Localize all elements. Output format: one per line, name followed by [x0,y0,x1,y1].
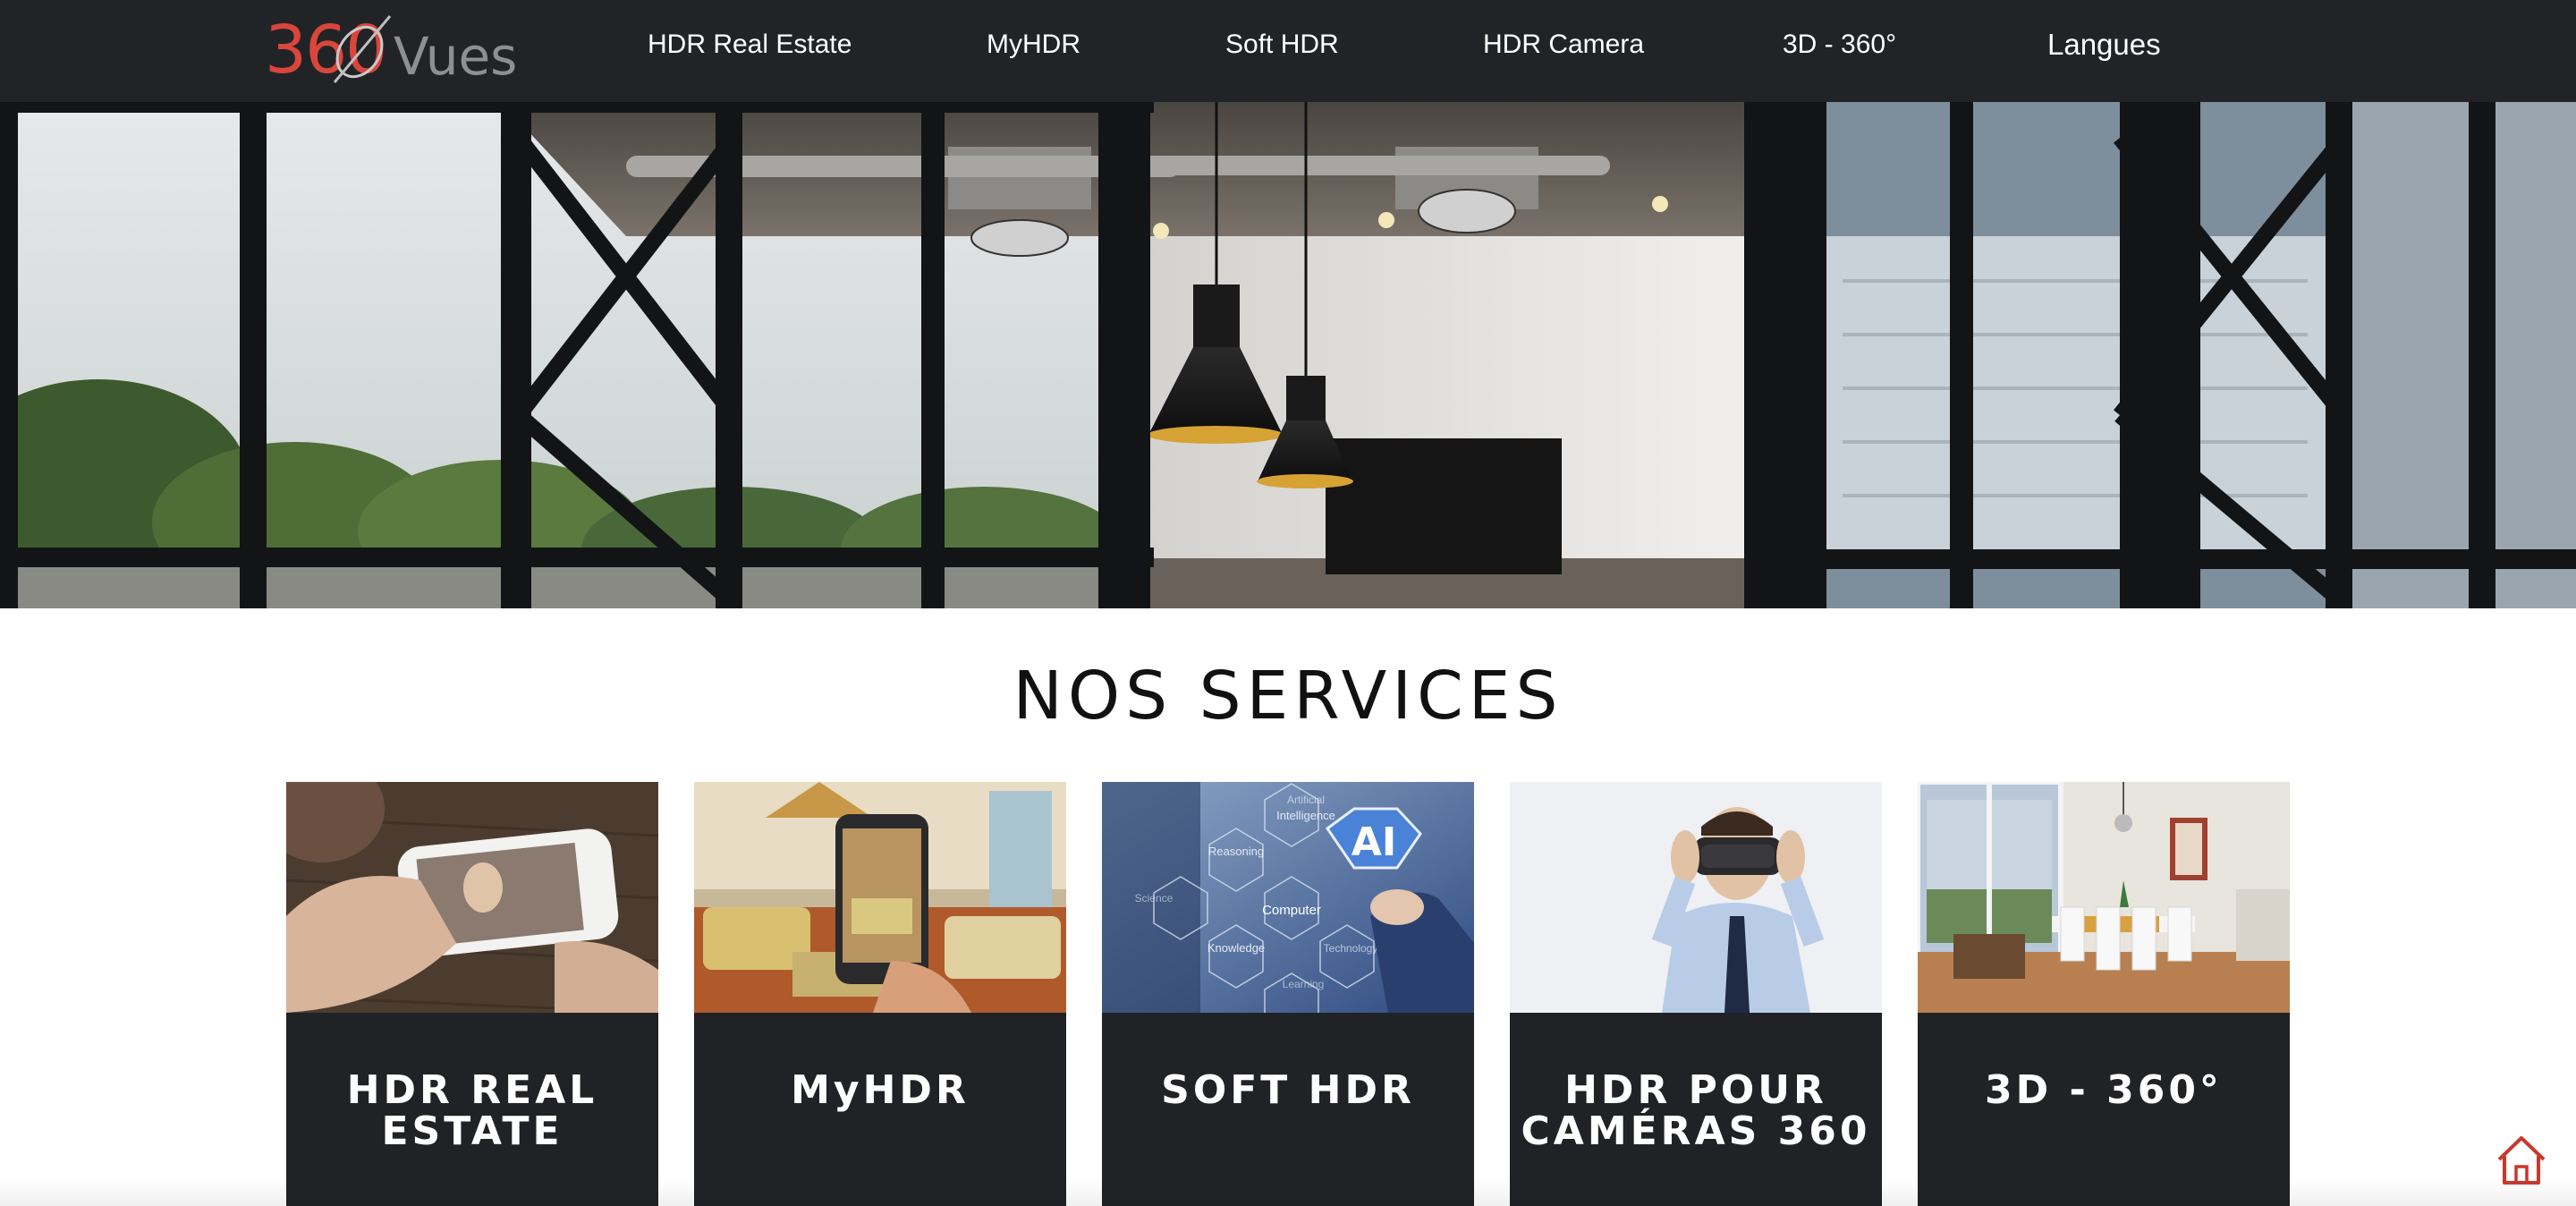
service-card-hdr-real-estate[interactable]: HDR REAL ESTATE [286,782,658,1206]
logo-word: Vues [394,26,518,87]
nav-soft-hdr[interactable]: Soft HDR [1225,27,1339,63]
service-card-hdr-cameras-360[interactable]: HDR POUR CAMÉRAS 360 [1510,782,1882,1206]
card-label: MyHDR [791,1067,970,1113]
card-label: 3D - 360° [1985,1067,2223,1113]
ai-badge-text: AI [1352,820,1396,865]
nav-3d-360[interactable]: 3D - 360° [1783,27,1896,63]
home-icon[interactable] [2494,1133,2549,1188]
section-title-services: NOS SERVICES [1013,658,1563,735]
svg-text:Learning: Learning [1283,978,1325,990]
svg-text:Computer: Computer [1262,903,1321,918]
hero-banner [0,102,2576,608]
service-card-3d-360[interactable]: 3D - 360° [1918,782,2290,1206]
service-card-myhdr[interactable]: MyHDR [694,782,1066,1206]
card-image-phone-living-room [694,782,1066,1013]
svg-text:Knowledge: Knowledge [1208,941,1265,955]
card-label: SOFT HDR [1161,1067,1415,1113]
svg-text:Technology: Technology [1324,942,1378,955]
card-image-ai-network: AI Computer Reasoning Knowledge Intellig… [1102,782,1474,1013]
svg-text:Artificial: Artificial [1287,794,1325,806]
card-image-dining-room [1918,782,2290,1013]
logo-ring-icon [333,15,392,83]
service-card-soft-hdr[interactable]: AI Computer Reasoning Knowledge Intellig… [1102,782,1474,1206]
svg-text:Science: Science [1135,892,1174,904]
site-logo[interactable]: 360 Vues [265,9,517,89]
nav-hdr-real-estate[interactable]: HDR Real Estate [648,27,852,63]
card-label: HDR REAL ESTATE [346,1067,598,1154]
hero-loft-image [0,102,2576,608]
card-label: HDR POUR CAMÉRAS 360 [1521,1067,1871,1154]
card-image-vr-headset [1510,782,1882,1013]
nav-myhdr[interactable]: MyHDR [987,27,1080,63]
top-navbar: 360 Vues HDR Real Estate MyHDR Soft HDR … [0,0,2576,102]
nav-hdr-camera[interactable]: HDR Camera [1483,27,1644,63]
svg-text:Intelligence: Intelligence [1276,809,1335,822]
nav-langues[interactable]: Langues [2047,27,2161,63]
card-image-smartphone [286,782,658,1013]
svg-text:Reasoning: Reasoning [1208,845,1264,858]
